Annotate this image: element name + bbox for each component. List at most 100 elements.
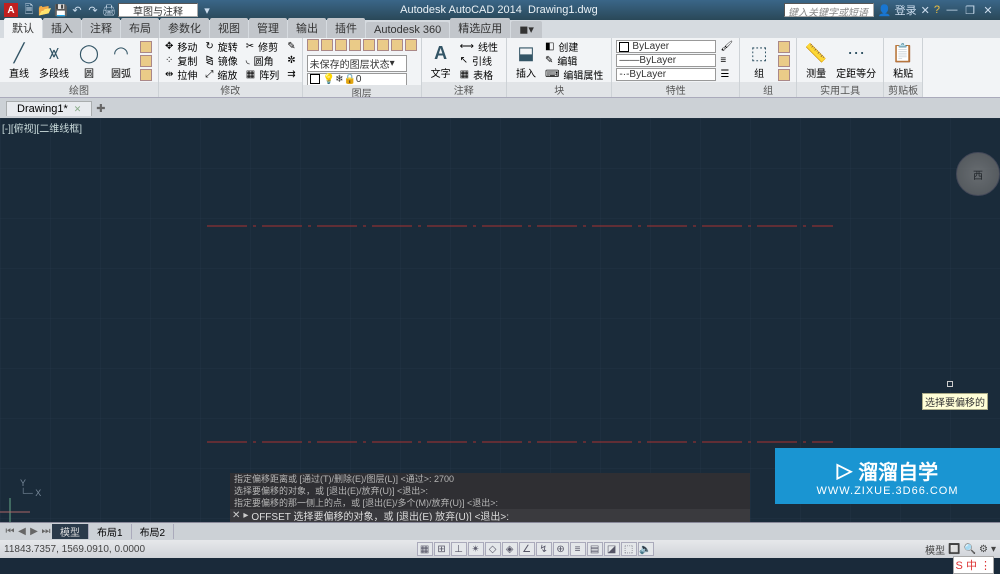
qp-toggle[interactable]: ◪ — [604, 542, 620, 556]
layer-ico5[interactable] — [363, 39, 375, 54]
group-label-clip[interactable]: 剪贴板 — [884, 82, 922, 97]
cmd-close-icon[interactable]: ✕ — [232, 510, 240, 521]
table-button[interactable]: ▦ 表格 — [458, 67, 502, 82]
status-ico2[interactable]: 🔍 — [964, 544, 976, 555]
arc-button[interactable]: ◠圆弧 — [106, 41, 136, 80]
draw-ico2[interactable] — [138, 55, 154, 67]
props-ico2[interactable]: ≡ — [718, 55, 735, 66]
paste-button[interactable]: 📋粘贴 — [888, 41, 918, 80]
tab-featured[interactable]: 精选应用 — [450, 18, 510, 38]
group-button[interactable]: ⬚组 — [744, 41, 774, 80]
group-label-props[interactable]: 特性 — [612, 82, 739, 97]
group-label-util[interactable]: 实用工具 — [797, 82, 883, 97]
qat-undo-icon[interactable]: ↶ — [70, 3, 84, 17]
tab-annotate[interactable]: 注释 — [82, 18, 120, 38]
trim-button[interactable]: ✂ 修剪 — [244, 39, 283, 54]
status-coords[interactable]: 11843.7357, 1569.0910, 0.0000 — [4, 544, 145, 555]
nav-next-icon[interactable]: ▶ — [28, 526, 40, 537]
login-button[interactable]: 👤 登录 — [878, 2, 917, 18]
3dosnap-toggle[interactable]: ◈ — [502, 542, 518, 556]
scale-button[interactable]: ⤢ 缩放 — [203, 67, 241, 82]
tab-a360[interactable]: Autodesk 360 — [366, 22, 449, 38]
array-button[interactable]: ▦ 阵列 — [244, 67, 283, 82]
viewcube[interactable]: 西 — [956, 152, 1000, 196]
workspace-dropdown[interactable]: 草图与注释 — [118, 3, 198, 17]
layer-ico8[interactable] — [405, 39, 417, 54]
tab-insert[interactable]: 插入 — [43, 18, 81, 38]
qat-new-icon[interactable]: 🗎 — [22, 3, 36, 17]
status-ico4[interactable]: ▾ — [991, 544, 996, 555]
circle-button[interactable]: ◯圆 — [74, 41, 104, 80]
grid-toggle[interactable]: ⊞ — [434, 542, 450, 556]
offset-button[interactable]: ⇉ — [285, 69, 297, 80]
ortho-toggle[interactable]: ⊥ — [451, 542, 467, 556]
help-icon[interactable]: ? — [934, 4, 940, 16]
group-label-modify[interactable]: 修改 — [159, 82, 302, 97]
nav-last-icon[interactable]: ⏭ — [40, 526, 52, 537]
help-search-input[interactable]: 键入关键字或短语 — [784, 3, 874, 17]
sc-toggle[interactable]: ⬚ — [621, 542, 637, 556]
draw-ico3[interactable] — [138, 69, 154, 81]
gr-ico1[interactable] — [776, 41, 792, 53]
lwt-toggle[interactable]: ≡ — [570, 542, 586, 556]
layout-2[interactable]: 布局2 — [132, 524, 175, 539]
measure-button[interactable]: 📏测量 — [801, 41, 831, 80]
divide-button[interactable]: ⋯定距等分 — [833, 41, 879, 80]
block-create-button[interactable]: ◧ 创建 — [543, 39, 607, 54]
command-input[interactable] — [251, 510, 748, 521]
polyline-button[interactable]: ⩙多段线 — [36, 41, 72, 80]
status-ico1[interactable]: 🔲 — [948, 544, 960, 555]
layer-dropdown[interactable]: 💡❄🔒 0 — [307, 73, 407, 86]
gr-ico3[interactable] — [776, 69, 792, 81]
doc-close-icon[interactable]: ✕ — [74, 104, 82, 114]
status-ico3[interactable]: ⚙ — [979, 544, 988, 555]
layer-ico4[interactable] — [349, 39, 361, 54]
nav-prev-icon[interactable]: ◀ — [16, 526, 28, 537]
canvas-area[interactable]: [-][俯视][二维线框] Y└─ X 西 选择要偏移的 指定偏移距离或 [通过… — [0, 118, 1000, 522]
gr-ico2[interactable] — [776, 55, 792, 67]
rotate-button[interactable]: ↻ 旋转 — [203, 39, 241, 54]
layer-ico7[interactable] — [391, 39, 403, 54]
group-label-draw[interactable]: 绘图 — [0, 82, 158, 97]
doc-new-icon[interactable]: ✚ — [96, 102, 105, 115]
minimize-icon[interactable]: — — [944, 4, 960, 17]
mirror-button[interactable]: ⧎ 镜像 — [203, 53, 241, 68]
tab-manage[interactable]: 管理 — [249, 18, 287, 38]
close-icon[interactable]: ✕ — [980, 4, 996, 17]
qat-print-icon[interactable]: 🖨 — [102, 3, 116, 17]
group-label-groups[interactable]: 组 — [740, 82, 796, 97]
block-edit-button[interactable]: ✎ 编辑 — [543, 53, 607, 68]
command-line[interactable]: ✕ ▸ — [230, 509, 750, 522]
osnap-toggle[interactable]: ◇ — [485, 542, 501, 556]
tab-output[interactable]: 输出 — [288, 18, 326, 38]
am-toggle[interactable]: 🔈 — [638, 542, 654, 556]
layout-model[interactable]: 模型 — [52, 524, 89, 539]
nav-first-icon[interactable]: ⏮ — [4, 526, 16, 537]
qat-redo-icon[interactable]: ↷ — [86, 3, 100, 17]
copy-button[interactable]: ⁘ 复制 — [163, 53, 201, 68]
tab-view[interactable]: 视图 — [210, 18, 248, 38]
tab-addins[interactable]: 插件 — [327, 18, 365, 38]
layer-state-dropdown[interactable]: 未保存的图层状态 ▾ — [307, 55, 407, 72]
snap-toggle[interactable]: ▦ — [417, 542, 433, 556]
layer-ico1[interactable] — [307, 39, 319, 54]
stretch-button[interactable]: ⇹ 拉伸 — [163, 67, 201, 82]
app-icon[interactable]: A — [4, 3, 18, 17]
otrack-toggle[interactable]: ∠ — [519, 542, 535, 556]
tab-default[interactable]: 默认 — [4, 18, 42, 38]
restore-icon[interactable]: ❐ — [962, 4, 978, 17]
text-button[interactable]: A文字 — [426, 41, 456, 80]
group-label-layer[interactable]: 图层 — [303, 85, 421, 98]
matchprop-button[interactable]: 🖌 — [718, 41, 735, 52]
leader-button[interactable]: ↖ 引线 — [458, 53, 502, 68]
explode-button[interactable]: ✼ — [285, 55, 297, 66]
group-label-block[interactable]: 块 — [507, 82, 611, 97]
line-button[interactable]: ╱直线 — [4, 41, 34, 80]
draw-ico1[interactable] — [138, 41, 154, 53]
block-attr-button[interactable]: ⌨ 编辑属性 — [543, 67, 607, 82]
doc-tab-drawing1[interactable]: Drawing1*✕ — [6, 101, 92, 116]
layer-ico3[interactable] — [335, 39, 347, 54]
tab-extra-icon[interactable]: ◼▾ — [511, 21, 542, 38]
layer-ico2[interactable] — [321, 39, 333, 54]
dim-linear-button[interactable]: ⟷ 线性 — [458, 39, 502, 54]
